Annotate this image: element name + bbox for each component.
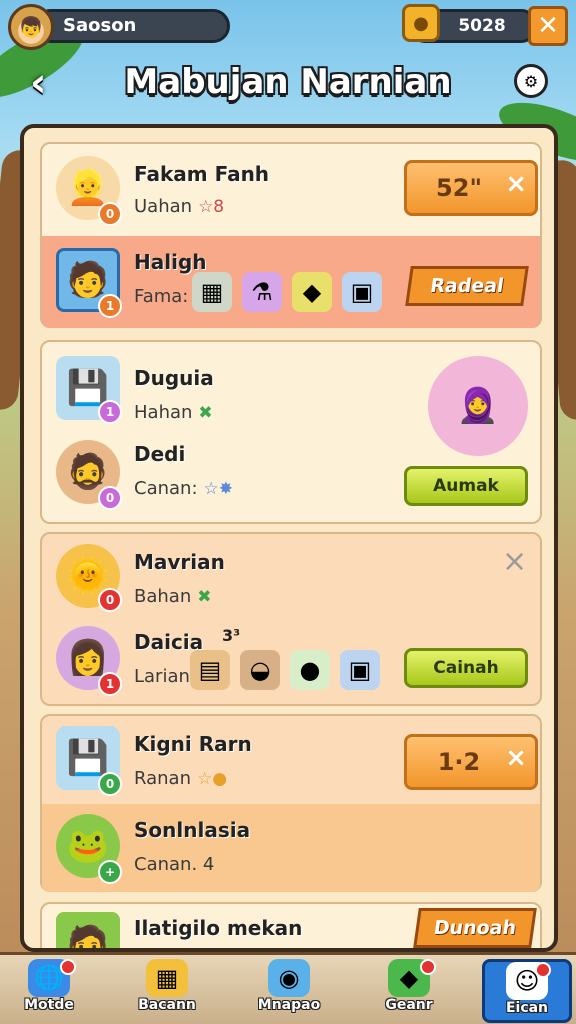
main-panel: 👱 0 Fakam Fanh Uahan ☆8 52" × 🧑 1 Haligh F… bbox=[20, 124, 558, 952]
action-ribbon[interactable]: Radeal bbox=[405, 266, 529, 306]
row-name: Dedi bbox=[134, 442, 186, 466]
list-row-highlighted[interactable]: 🧑 1 Haligh Fama: ▦ ⚗ ◆ ▣ Radeal bbox=[42, 236, 540, 328]
row-badge: 0 bbox=[98, 486, 122, 510]
gear-icon: ⚙ bbox=[523, 71, 539, 91]
nav-item-mnapao[interactable]: ◉ Mnapao bbox=[244, 959, 334, 1023]
list-card-2: 💾 1 Duguia Hahan ✖ 🧕 🧔 0 Dedi Canan: ☆✸ Au… bbox=[40, 340, 542, 524]
nav-label: Motde bbox=[24, 997, 74, 1013]
crate-item-icon[interactable]: ▤ bbox=[190, 650, 230, 690]
item-strip: ▤ ◒ ● ▣ bbox=[190, 650, 380, 690]
value-button[interactable]: 52" × bbox=[404, 160, 538, 216]
row-name: Sonlnlasia bbox=[134, 818, 251, 842]
top-status-bar: Saoson 👦 5028 ● ✕ bbox=[8, 4, 568, 50]
action-button[interactable]: Aumak bbox=[404, 466, 528, 506]
egg-item-icon[interactable]: ● bbox=[290, 650, 330, 690]
player-avatar[interactable]: 👦 bbox=[8, 4, 54, 50]
gem-item-icon[interactable]: ◆ bbox=[292, 272, 332, 312]
row-badge: + bbox=[98, 860, 122, 884]
star-icon: ☆● bbox=[197, 769, 228, 789]
row-badge: 1 bbox=[98, 672, 122, 696]
row-name: Duguia bbox=[134, 366, 214, 390]
dish-item-icon[interactable]: ◒ bbox=[240, 650, 280, 690]
nav-item-bacann[interactable]: ▦ Bacann bbox=[122, 959, 212, 1023]
nav-item-eican[interactable]: ☺ Eican bbox=[482, 959, 572, 1023]
cross-icon: ✖ bbox=[197, 587, 212, 607]
map-icon: ◉ bbox=[268, 959, 310, 997]
nav-item-geanr[interactable]: ◆ Geanr bbox=[364, 959, 454, 1023]
nav-label: Geanr bbox=[385, 997, 433, 1013]
list-card-5: 🧑 Ilatigilo mekan Dunoah bbox=[40, 902, 542, 948]
chest-icon: ▦ bbox=[146, 959, 188, 997]
player-name-pill[interactable]: Saoson bbox=[34, 9, 230, 43]
notification-dot bbox=[535, 962, 551, 978]
row-name: Fakam Fanh bbox=[134, 162, 270, 186]
item-strip: ▦ ⚗ ◆ ▣ bbox=[192, 272, 382, 312]
list-row[interactable]: 🐸 + Sonlnlasia Canan. 4 bbox=[42, 804, 540, 892]
row-sub: Hahan ✖ bbox=[134, 402, 213, 423]
list-row[interactable]: 💾 0 Kigni Rarn Ranan ☆● 1·2 × bbox=[42, 716, 540, 804]
star-icon: ☆✸ bbox=[203, 479, 233, 499]
list-row[interactable]: 🌞 0 Mavrian Bahan ✖ × bbox=[42, 534, 540, 620]
bottom-navigation: 🌐 Motde ▦ Bacann ◉ Mnapao ◆ Geanr ☺ Eica… bbox=[0, 952, 576, 1024]
row-badge: 0 bbox=[98, 202, 122, 226]
coin-count: 5028 bbox=[458, 16, 506, 36]
value-button[interactable]: 1·2 × bbox=[404, 734, 538, 790]
player-name: Saoson bbox=[63, 15, 137, 36]
close-icon[interactable]: × bbox=[505, 733, 527, 783]
row-sub: Larian bbox=[134, 666, 190, 687]
device-item-icon[interactable]: ▣ bbox=[340, 650, 380, 690]
row-sub: Fama: bbox=[134, 286, 189, 307]
row-note: 3³ bbox=[222, 626, 241, 645]
character-avatar: 🧑 bbox=[56, 912, 120, 948]
row-name: Haligh bbox=[134, 250, 207, 274]
action-button[interactable]: Cainah bbox=[404, 648, 528, 688]
list-row[interactable]: 🧔 0 Dedi Canan: ☆✸ Aumak bbox=[42, 434, 540, 524]
row-sub: Canan: ☆✸ bbox=[134, 478, 233, 499]
close-button[interactable]: ✕ bbox=[528, 6, 568, 46]
row-sub: Uahan ☆8 bbox=[134, 196, 225, 217]
title-bar: ‹ Mabujan Narnian ⚙ bbox=[0, 54, 576, 114]
row-badge: 1 bbox=[98, 400, 122, 424]
list-row[interactable]: 👩 1 Daicia Larian 3³ ▤ ◒ ● ▣ Cainah bbox=[42, 620, 540, 706]
page-title: Mabujan Narnian bbox=[124, 62, 452, 102]
notification-dot bbox=[420, 959, 436, 975]
close-icon[interactable]: × bbox=[505, 159, 527, 209]
list-card-3: 🌞 0 Mavrian Bahan ✖ × 👩 1 Daicia Larian 3… bbox=[40, 532, 542, 706]
nav-label: Bacann bbox=[138, 997, 196, 1013]
crate-item-icon[interactable]: ▦ bbox=[192, 272, 232, 312]
row-sub: Bahan ✖ bbox=[134, 586, 212, 607]
potion-item-icon[interactable]: ⚗ bbox=[242, 272, 282, 312]
star-icon: ☆8 bbox=[198, 197, 225, 217]
row-badge: 0 bbox=[98, 772, 122, 796]
list-card-4: 💾 0 Kigni Rarn Ranan ☆● 1·2 × 🐸 + Sonlnlas… bbox=[40, 714, 542, 892]
cross-icon: ✖ bbox=[198, 403, 213, 423]
nav-item-motde[interactable]: 🌐 Motde bbox=[4, 959, 94, 1023]
coin-icon: ● bbox=[402, 4, 440, 42]
list-row[interactable]: 👱 0 Fakam Fanh Uahan ☆8 52" × bbox=[42, 144, 540, 234]
settings-button[interactable]: ⚙ bbox=[514, 64, 548, 98]
device-item-icon[interactable]: ▣ bbox=[342, 272, 382, 312]
row-badge: 0 bbox=[98, 588, 122, 612]
row-badge: 1 bbox=[98, 294, 122, 318]
close-icon[interactable]: × bbox=[502, 544, 527, 579]
row-name: Ilatigilo mekan bbox=[134, 916, 303, 940]
row-sub: Ranan ☆● bbox=[134, 768, 228, 789]
row-sub: Canan. 4 bbox=[134, 854, 215, 875]
list-row[interactable]: 🧑 Ilatigilo mekan Dunoah bbox=[42, 904, 540, 948]
notification-dot bbox=[60, 959, 76, 975]
list-card-1: 👱 0 Fakam Fanh Uahan ☆8 52" × 🧑 1 Haligh F… bbox=[40, 142, 542, 328]
nav-label: Eican bbox=[505, 1000, 549, 1016]
action-ribbon[interactable]: Dunoah bbox=[413, 908, 537, 948]
row-name: Kigni Rarn bbox=[134, 732, 252, 756]
row-name: Mavrian bbox=[134, 550, 225, 574]
nav-label: Mnapao bbox=[257, 997, 321, 1013]
